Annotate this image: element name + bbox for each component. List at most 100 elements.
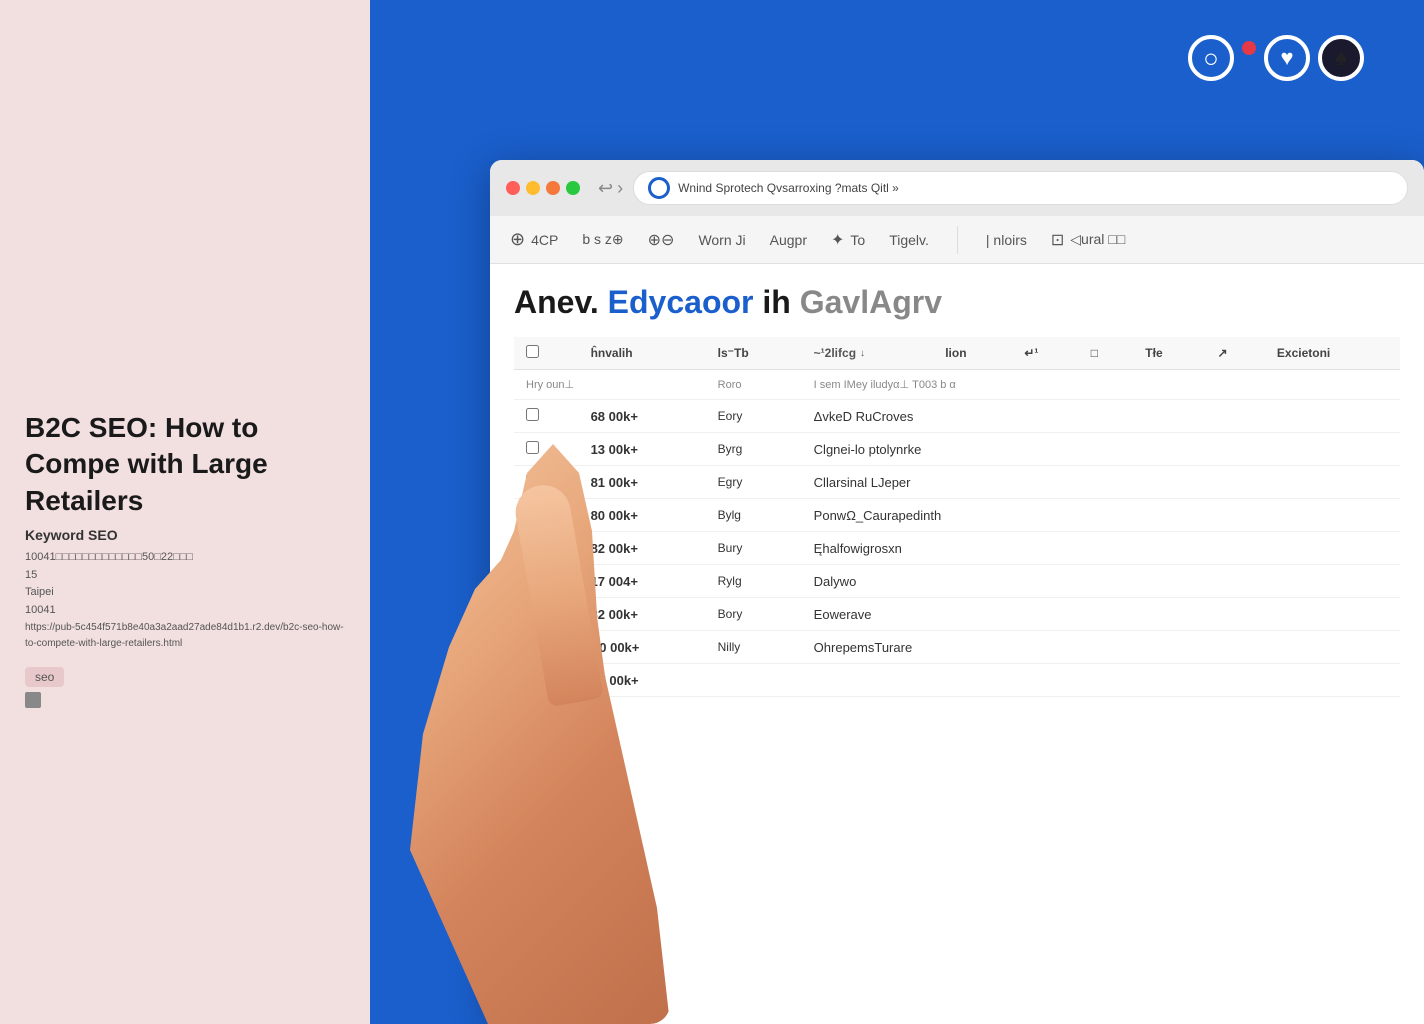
meta-line4: 10041 [25,602,345,620]
row-select-checkbox[interactable] [526,672,539,685]
nav-tab-2[interactable]: ⊕⊖ [648,230,675,250]
th-trend[interactable]: ↗ [1205,337,1264,370]
table-row: 81 00k+ Egry Cllarsinal LJeper [514,466,1400,499]
row-keyword: Cllarsinal LJeper [802,466,1400,499]
article-title: B2C SEO: How to Compe with Large Retaile… [25,410,345,519]
row-checkbox[interactable] [514,532,579,565]
row-difficulty: Rylg [706,565,802,598]
row-keyword: PonwΩ_Caurapedinth [802,499,1400,532]
subheader-col1: Hry oun⊥ [514,370,706,400]
nav-tab-tiger[interactable]: Tigelv. [889,232,929,248]
back-icon[interactable]: ↩ [598,178,613,199]
maximize-button[interactable] [546,181,560,195]
row-checkbox[interactable] [514,598,579,631]
nav-tab-tiger-label: Tigelv. [889,232,929,248]
table-body: 68 00k+ Eory ΔvkeD RuCroves 13 00k+ Byrg… [514,400,1400,697]
subheader-col3: I sem IMey iludyα⊥ T003 b α [802,370,1400,400]
article-url: https://pub-5c454f571b8e40a3a2aad27ade84… [25,620,345,652]
row-checkbox[interactable] [514,466,579,499]
nav-tab-0[interactable]: ⊕ 4CP [510,229,558,250]
nav-tab-ural[interactable]: ⊡ ◁ural □□ [1051,230,1125,250]
row-checkbox[interactable] [514,433,579,466]
row-select-checkbox[interactable] [526,639,539,652]
nav-tab-label-0: 4CP [531,232,558,248]
row-keyword: Eowerave [802,598,1400,631]
th-invalid[interactable]: ĥnvalih [579,337,706,370]
row-checkbox[interactable] [514,400,579,433]
nav-tab-augpr-label: Augpr [770,232,807,248]
nav-tab-te[interactable]: ✦ To [831,230,865,250]
table-row: S0 00k+ Nilly OhrepemsTurare [514,631,1400,664]
nav-tab-te-label: To [850,232,865,248]
th-empty: □ [1079,337,1134,370]
content-header: Anev. Edycaoor ih GavlAgrv [514,284,1400,321]
row-keyword: Dalywo [802,565,1400,598]
row-volume: 17 004+ [579,565,706,598]
row-select-checkbox[interactable] [526,606,539,619]
traffic-lights [506,181,580,195]
content-title-part2: Edycaoor [608,284,754,320]
row-volume: 81 00k+ [579,466,706,499]
th-filter[interactable]: ~¹2lifcg ↓ [802,337,934,370]
row-select-checkbox[interactable] [526,507,539,520]
content-title-part3: ih [762,284,790,320]
nav-tab-nloirs-label: | nloirs [986,232,1027,248]
browser-content: Anev. Edycaoor ih GavlAgrv ĥnvalih ls⁻Tb… [490,264,1424,717]
table-row: 82 00k+ Bury Ęhalfowigrosxn [514,532,1400,565]
row-checkbox[interactable] [514,565,579,598]
fullscreen-button[interactable] [566,181,580,195]
table-row: 13 00k+ Byrg Clgnei-lo ptolynrke [514,433,1400,466]
minimize-button[interactable] [526,181,540,195]
browser-window: ↩ › Wnind Sprotech Qvsarroxing ?mats Qit… [490,160,1424,1024]
th-arrow[interactable]: ↵¹ [1012,337,1078,370]
row-checkbox[interactable] [514,631,579,664]
table-row: 80 00k+ Bylg PonwΩ_Caurapedinth [514,499,1400,532]
row-volume: 32 00k+ [579,598,706,631]
row-difficulty: Eory [706,400,802,433]
meta-line3: Taipei [25,584,345,602]
row-checkbox[interactable] [514,499,579,532]
nav-tab-1[interactable]: b s z⊕ [582,231,623,248]
seo-tag[interactable]: seo [25,667,64,687]
th-checkbox[interactable] [514,337,579,370]
row-keyword: Clgnei-lo ptolynrke [802,433,1400,466]
content-title-part1: Anev. [514,284,599,320]
close-button[interactable] [506,181,520,195]
row-difficulty [706,664,802,697]
nav-tab-augpr[interactable]: Augpr [770,232,807,248]
row-keyword [802,664,1400,697]
table-row: 8F 00k+ [514,664,1400,697]
row-keyword: Ęhalfowigrosxn [802,532,1400,565]
row-select-checkbox[interactable] [526,441,539,454]
nav-tab-label-1: b s z⊕ [582,231,623,248]
url-bar[interactable]: Wnind Sprotech Qvsarroxing ?mats Qitl » [633,171,1408,205]
nav-tab-nloirs[interactable]: | nloirs [986,232,1027,248]
row-select-checkbox[interactable] [526,474,539,487]
table-row: 68 00k+ Eory ΔvkeD RuCroves [514,400,1400,433]
row-select-checkbox[interactable] [526,408,539,421]
copy-icon[interactable] [25,692,41,708]
row-difficulty: Bylg [706,499,802,532]
keyword-table: ĥnvalih ls⁻Tb ~¹2lifcg ↓ lion ↵¹ □ Tłe ↗… [514,337,1400,697]
nav-separator [957,226,958,254]
th-lion[interactable]: lion [933,337,1012,370]
row-select-checkbox[interactable] [526,540,539,553]
row-checkbox[interactable] [514,664,579,697]
th-ls[interactable]: ls⁻Tb [706,337,802,370]
notification-dot [1242,41,1256,55]
browser-logo [648,177,670,199]
nav-buttons: ↩ › [598,178,623,199]
top-icons-area: ○ ♥ ♠ [1188,35,1364,81]
nav-tab-ural-label: ◁ural □□ [1070,231,1125,248]
nav-tab-worm[interactable]: Worn Ji [698,232,745,248]
select-all-checkbox[interactable] [526,345,539,358]
forward-icon[interactable]: › [617,178,623,199]
row-difficulty: Bury [706,532,802,565]
row-difficulty: Nilly [706,631,802,664]
row-select-checkbox[interactable] [526,573,539,586]
icon-circle-3[interactable]: ♠ [1318,35,1364,81]
icon-circle-1[interactable]: ○ [1188,35,1234,81]
icon-circle-2[interactable]: ♥ [1264,35,1310,81]
th-tl[interactable]: Tłe [1133,337,1205,370]
th-excietion[interactable]: Excietoni [1265,337,1400,370]
